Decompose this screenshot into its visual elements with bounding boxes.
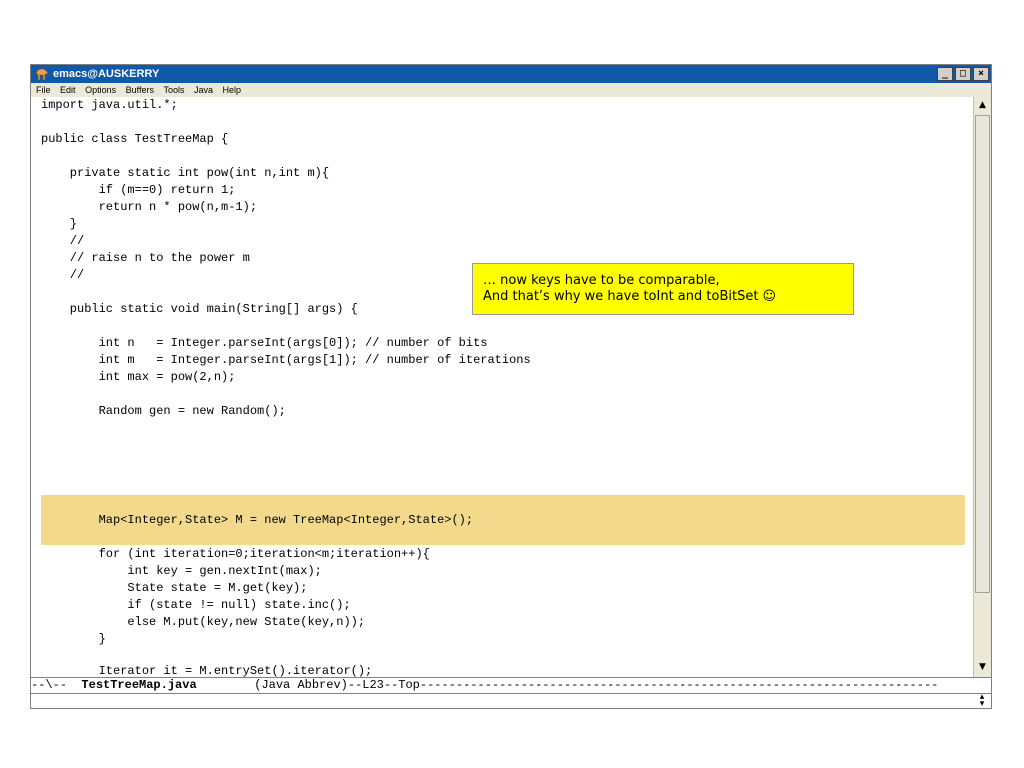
minimize-button[interactable]: _ xyxy=(937,67,953,81)
code-line: State state = M.get(key); xyxy=(41,581,308,595)
code-line: // xyxy=(41,268,85,282)
code-line: int m = Integer.parseInt(args[1]); // nu… xyxy=(41,353,531,367)
code-line: Random gen = new Random(); xyxy=(41,404,286,418)
code-line: public static void main(String[] args) { xyxy=(41,302,358,316)
code-line: int key = gen.nextInt(max); xyxy=(41,564,322,578)
annotation-callout: … now keys have to be comparable, And th… xyxy=(472,263,854,315)
maximize-button[interactable]: □ xyxy=(955,67,971,81)
menu-tools[interactable]: Tools xyxy=(163,85,184,95)
modeline-filename: TestTreeMap.java xyxy=(81,678,197,692)
code-line: Iterator it = M.entrySet().iterator(); xyxy=(41,664,373,677)
minibuffer-scroll-icon[interactable]: ▴ ▾ xyxy=(975,693,989,709)
code-line: } xyxy=(41,632,106,646)
code-line: private static int pow(int n,int m){ xyxy=(41,166,330,180)
modeline-prefix: --\-- xyxy=(31,678,82,692)
code-line: public class TestTreeMap { xyxy=(41,132,229,146)
mode-line: --\-- TestTreeMap.java (Java Abbrev)--L2… xyxy=(31,677,991,694)
menu-bar: File Edit Options Buffers Tools Java Hel… xyxy=(31,83,991,97)
scroll-up-icon[interactable]: ▲ xyxy=(976,99,989,111)
minibuffer[interactable]: ▴ ▾ xyxy=(31,693,991,709)
menu-help[interactable]: Help xyxy=(223,85,242,95)
annotation-line-1: … now keys have to be comparable, xyxy=(483,273,720,288)
menu-buffers[interactable]: Buffers xyxy=(126,85,154,95)
annotation-line-2: And that’s why we have toInt and toBitSe… xyxy=(483,289,777,304)
emacs-gnu-icon xyxy=(35,68,49,81)
code-editor[interactable]: import java.util.*; public class TestTre… xyxy=(31,97,971,677)
menu-edit[interactable]: Edit xyxy=(60,85,76,95)
modeline-info: (Java Abbrev)--L23--Top-----------------… xyxy=(196,678,939,692)
code-line: if (m==0) return 1; xyxy=(41,183,236,197)
scrollbar-thumb[interactable] xyxy=(975,115,990,593)
code-line: int max = pow(2,n); xyxy=(41,370,236,384)
code-line: } xyxy=(41,217,78,231)
emacs-window: emacs@AUSKERRY _ □ × File Edit Options B… xyxy=(30,64,992,709)
code-line: // xyxy=(41,234,85,248)
code-line: else M.put(key,new State(key,n)); xyxy=(41,615,366,629)
code-line: import java.util.*; xyxy=(41,98,178,112)
menu-file[interactable]: File xyxy=(36,85,51,95)
code-line: if (state != null) state.inc(); xyxy=(41,598,351,612)
code-line-highlighted: Map<Integer,State> M = new TreeMap<Integ… xyxy=(41,513,474,527)
code-line: return n * pow(n,m-1); xyxy=(41,200,258,214)
close-button[interactable]: × xyxy=(973,67,989,81)
code-line: int n = Integer.parseInt(args[0]); // nu… xyxy=(41,336,488,350)
scroll-down-icon[interactable]: ▼ xyxy=(976,661,989,673)
window-title: emacs@AUSKERRY xyxy=(53,68,160,80)
code-line: for (int iteration=0;iteration<m;iterati… xyxy=(41,547,430,561)
menu-options[interactable]: Options xyxy=(85,85,116,95)
title-bar[interactable]: emacs@AUSKERRY _ □ × xyxy=(31,65,991,83)
code-line: // raise n to the power m xyxy=(41,251,250,265)
menu-java[interactable]: Java xyxy=(194,85,213,95)
vertical-scrollbar[interactable]: ▲ ▼ xyxy=(973,97,991,677)
